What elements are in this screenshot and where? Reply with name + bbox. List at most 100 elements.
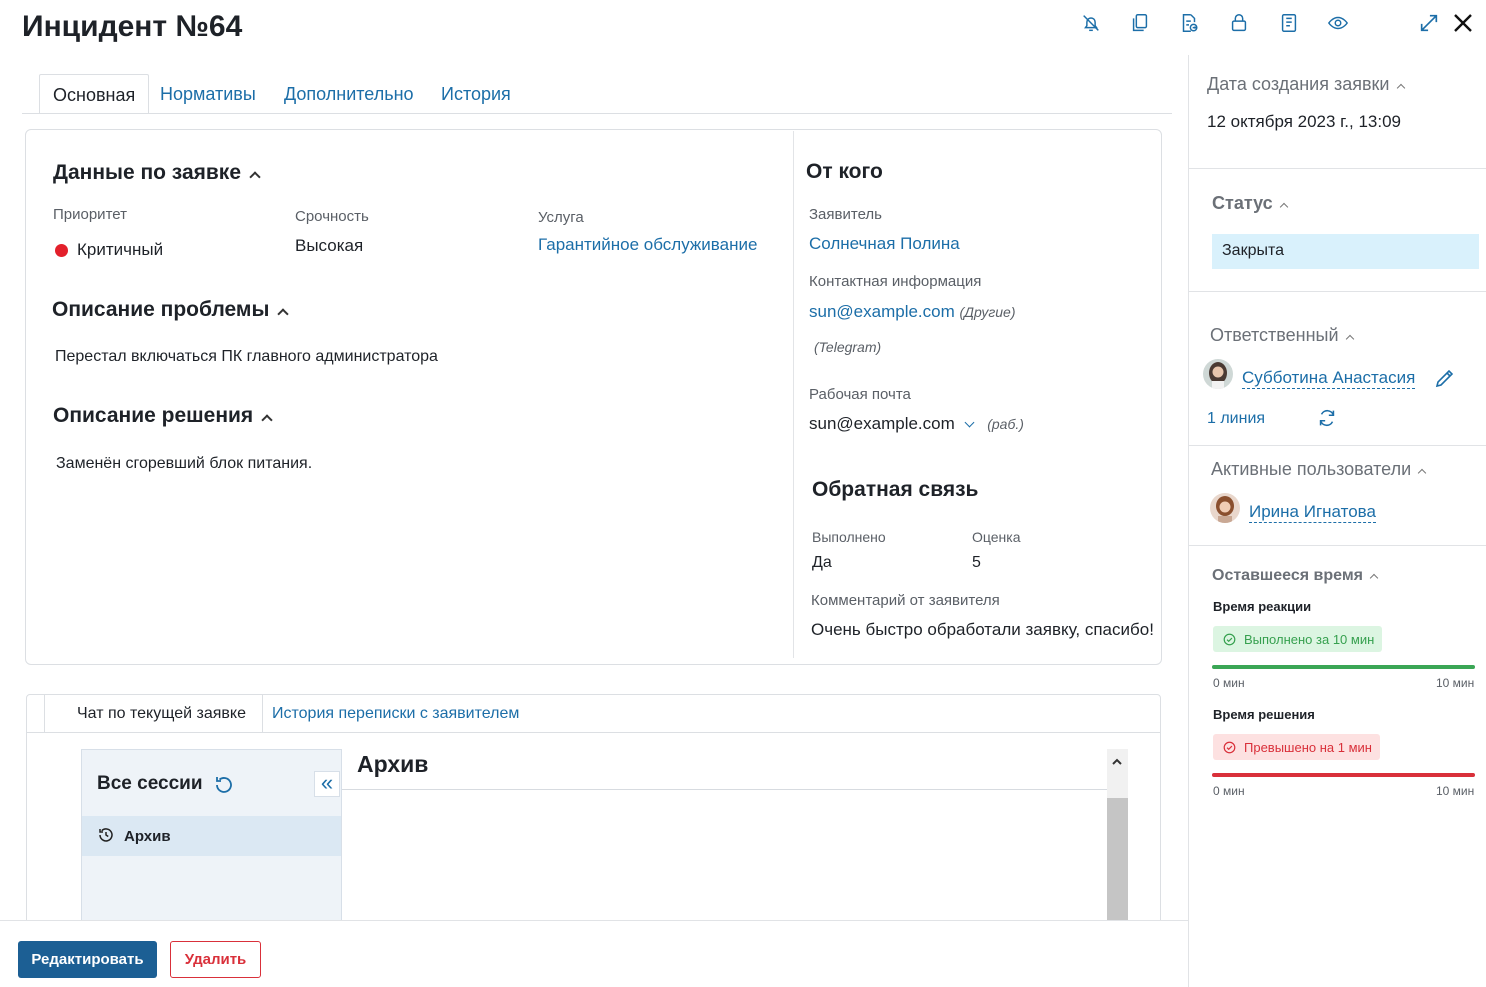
scroll-up-icon[interactable] [1111,755,1123,767]
reaction-progress-fill [1212,665,1475,669]
problem-section-header[interactable]: Описание проблемы [52,298,290,322]
contact-label: Контактная информация [809,273,982,290]
solution-progress-bar [1212,773,1475,777]
sidebar-divider [1189,445,1486,446]
bell-off-icon[interactable] [1080,12,1106,38]
urgency-label: Срочность [295,208,369,225]
chevron-up-icon [1369,573,1379,583]
tab-main[interactable]: Основная [39,74,150,114]
work-email-value: sun@example.com [809,414,955,433]
reaction-progress-bar [1212,665,1475,669]
edit-button[interactable]: Редактировать [18,941,157,978]
applicant-label: Заявитель [809,206,882,223]
check-circle-icon [1223,633,1236,646]
scrollbar-thumb[interactable] [1107,798,1128,928]
reaction-status-badge: Выполнено за 10 мин [1213,626,1383,652]
solution-section-header[interactable]: Описание решения [53,404,273,428]
contact-email-row: sun@example.com (Другие) [809,302,1015,322]
avatar [1203,359,1233,389]
priority-dot-icon [55,244,68,257]
work-email-label: Рабочая почта [809,386,911,403]
copy-icon[interactable] [1129,12,1155,38]
sessions-title: Все сессии [97,773,203,794]
tab-additional[interactable]: Дополнительно [271,74,427,114]
created-date-header[interactable]: Дата создания заявки [1207,74,1405,95]
avatar [1210,493,1240,523]
status-label: Статус [1212,193,1273,213]
reaction-time-label: Время реакции [1213,599,1312,614]
done-value: Да [812,554,832,571]
session-item-archive[interactable] [82,816,341,856]
from-section-title: От кого [806,160,883,183]
responsible-header[interactable]: Ответственный [1210,325,1354,346]
comment-value: Очень быстро обработали заявку, спасибо! [811,620,1154,639]
applicant-link[interactable]: Солнечная Полина [809,234,960,254]
delete-button[interactable]: Удалить [170,941,261,978]
tab-correspondence-history[interactable]: История переписки с заявителем [260,695,535,733]
solution-progress-fill [1212,773,1475,777]
urgency-value: Высокая [295,236,364,255]
tab-norms[interactable]: Нормативы [147,74,269,114]
history-icon [97,826,115,844]
status-badge[interactable]: Закрыта [1212,234,1479,269]
document-move-icon[interactable] [1178,12,1204,38]
tab-history[interactable]: История [428,74,524,114]
responsible-label: Ответственный [1210,325,1339,345]
chevron-down-icon[interactable] [964,417,974,428]
service-link[interactable]: Гарантийное обслуживание [538,235,757,255]
pencil-icon[interactable] [1433,366,1457,390]
request-section-header[interactable]: Данные по заявке [53,161,261,185]
card-divider [793,131,794,658]
solution-badge-text: Превышено на 1 мин [1244,739,1372,755]
responsible-line[interactable]: 1 линия [1207,410,1265,428]
session-item-label: Архив [124,828,171,845]
status-header[interactable]: Статус [1212,193,1288,214]
chevron-up-icon [1417,468,1427,478]
chevron-up-icon [277,308,290,320]
work-email-row[interactable]: sun@example.com (раб.) [809,414,1024,434]
rating-label: Оценка [972,529,1021,545]
page-title: Инцидент №64 [22,10,243,43]
rating-value: 5 [972,554,981,571]
problem-text: Перестал включаться ПК главного админист… [55,348,438,365]
problem-section-title: Описание проблемы [52,298,270,321]
sidebar-divider [1189,168,1486,169]
service-label: Услуга [538,209,584,226]
refresh-icon[interactable] [212,773,236,797]
chevron-up-icon [1345,334,1354,344]
responsible-name-link[interactable]: Субботина Анастасия [1242,368,1416,389]
alert-circle-icon [1223,741,1236,754]
created-date-label: Дата создания заявки [1207,74,1390,94]
contact-telegram-note: (Telegram) [814,339,882,355]
priority-value: Критичный [77,240,164,259]
remaining-time-label: Оставшееся время [1212,567,1363,584]
chevron-up-icon [261,414,273,426]
tab-current-chat[interactable]: Чат по текущей заявке [44,695,263,733]
main-card [25,129,1162,665]
solution-section-title: Описание решения [53,404,254,427]
reaction-min: 0 мин [1213,676,1245,690]
solution-text: Заменён сгоревший блок питания. [56,455,313,472]
done-label: Выполнено [812,529,886,545]
active-users-label: Активные пользователи [1211,459,1412,479]
contact-email-link[interactable]: sun@example.com [809,302,955,321]
work-email-note: (раб.) [987,416,1024,432]
close-icon[interactable] [1451,11,1477,37]
reaction-max: 10 мин [1436,676,1475,690]
active-users-header[interactable]: Активные пользователи [1211,459,1427,480]
solution-max: 10 мин [1436,784,1475,798]
active-user-link[interactable]: Ирина Игнатова [1249,502,1376,523]
remaining-time-header[interactable]: Оставшееся время [1212,567,1379,585]
sync-icon[interactable] [1316,407,1338,429]
expand-icon[interactable] [1418,12,1444,38]
tabs-divider [22,113,1172,114]
book-icon[interactable] [1278,12,1304,38]
contact-email-note: (Другие) [959,304,1016,320]
collapse-sessions-icon[interactable]: « [314,771,340,797]
chevron-up-icon [1279,202,1288,212]
feedback-section-title: Обратная связь [812,478,979,501]
eye-icon[interactable] [1327,12,1353,38]
lock-icon[interactable] [1228,12,1254,38]
archive-divider [342,789,1108,790]
archive-title: Архив [357,751,429,777]
